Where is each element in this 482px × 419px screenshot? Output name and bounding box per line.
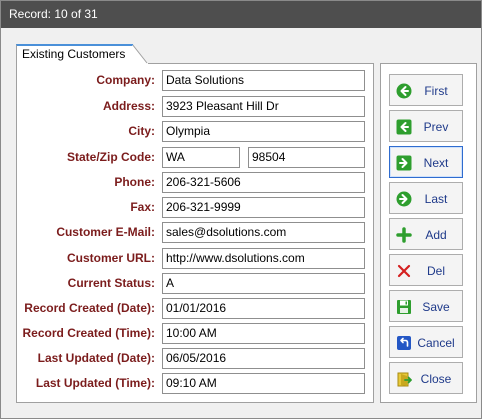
fax-label: Fax: — [130, 200, 155, 214]
city-label: City: — [128, 124, 155, 138]
email-row: Customer E-Mail: sales@dsolutions.com — [17, 222, 375, 244]
state-zip-label: State/Zip Code: — [66, 150, 155, 164]
delete-button[interactable]: Del — [389, 254, 463, 286]
created-time-row: Record Created (Time): 10:00 AM — [17, 323, 375, 345]
navigation-button-panel: First Prev Next Last Add Del Save Cancel… — [380, 63, 477, 403]
address-field[interactable]: 3923 Pleasant Hill Dr — [162, 96, 365, 117]
customer-record-window: Record: 10 of 31 Existing Customers Comp… — [0, 0, 482, 419]
plus-icon — [396, 227, 412, 243]
updated-date-row: Last Updated (Date): 06/05/2016 — [17, 348, 375, 370]
status-field[interactable]: A — [162, 273, 365, 294]
cancel-button[interactable]: Cancel — [389, 326, 463, 358]
fax-field[interactable]: 206-321-9999 — [162, 197, 365, 218]
save-button[interactable]: Save — [389, 290, 463, 322]
prev-button-label: Prev — [423, 120, 449, 134]
company-row: Company: Data Solutions — [17, 70, 375, 92]
first-button[interactable]: First — [389, 74, 463, 106]
city-field[interactable]: Olympia — [162, 121, 365, 142]
url-label: Customer URL: — [66, 251, 155, 265]
door-exit-icon — [397, 372, 412, 387]
undo-icon — [397, 336, 411, 350]
updated-time-row: Last Updated (Time): 09:10 AM — [17, 373, 375, 395]
phone-field[interactable]: 206-321-5606 — [162, 172, 365, 193]
first-button-label: First — [424, 84, 448, 98]
status-row: Current Status: A — [17, 273, 375, 295]
delete-button-label: Del — [426, 264, 445, 278]
email-field[interactable]: sales@dsolutions.com — [162, 222, 365, 243]
last-button-label: Last — [424, 192, 448, 206]
updated-date-field[interactable]: 06/05/2016 — [162, 348, 365, 369]
close-button[interactable]: Close — [389, 362, 463, 394]
tab-corner — [132, 44, 148, 64]
customer-form-panel: Company: Data Solutions Address: 3923 Pl… — [16, 63, 374, 403]
updated-time-field[interactable]: 09:10 AM — [162, 373, 365, 394]
next-button[interactable]: Next — [389, 146, 463, 178]
circle-arrow-left-icon — [396, 83, 412, 99]
created-time-label: Record Created (Time): — [22, 326, 155, 340]
status-label: Current Status: — [67, 276, 155, 290]
url-field[interactable]: http://www.dsolutions.com — [162, 248, 365, 269]
company-label: Company: — [96, 73, 155, 87]
url-row: Customer URL: http://www.dsolutions.com — [17, 248, 375, 270]
created-date-label: Record Created (Date): — [24, 301, 155, 315]
prev-button[interactable]: Prev — [389, 110, 463, 142]
phone-label: Phone: — [114, 175, 155, 189]
updated-time-label: Last Updated (Time): — [35, 376, 155, 390]
close-button-label: Close — [420, 372, 452, 386]
next-button-label: Next — [423, 156, 449, 170]
last-button[interactable]: Last — [389, 182, 463, 214]
save-button-label: Save — [422, 300, 450, 314]
square-arrow-left-icon — [396, 119, 412, 135]
window-title: Record: 10 of 31 — [1, 1, 481, 28]
add-button[interactable]: Add — [389, 218, 463, 250]
cancel-button-label: Cancel — [417, 336, 455, 350]
created-time-field[interactable]: 10:00 AM — [162, 323, 365, 344]
tab-existing-customers[interactable]: Existing Customers — [16, 44, 140, 64]
zip-field[interactable]: 98504 — [248, 147, 365, 168]
company-field[interactable]: Data Solutions — [162, 70, 365, 91]
created-date-field[interactable]: 01/01/2016 — [162, 298, 365, 319]
fax-row: Fax: 206-321-9999 — [17, 197, 375, 219]
city-row: City: Olympia — [17, 121, 375, 143]
address-label: Address: — [102, 99, 155, 113]
circle-arrow-right-icon — [396, 191, 412, 207]
address-row: Address: 3923 Pleasant Hill Dr — [17, 96, 375, 118]
state-zip-row: State/Zip Code: WA 98504 — [17, 147, 375, 169]
x-icon — [397, 264, 411, 278]
created-date-row: Record Created (Date): 01/01/2016 — [17, 298, 375, 320]
square-arrow-right-icon — [396, 155, 412, 171]
phone-row: Phone: 206-321-5606 — [17, 172, 375, 194]
state-field[interactable]: WA — [162, 147, 240, 168]
add-button-label: Add — [425, 228, 447, 242]
floppy-disk-icon — [397, 300, 411, 314]
updated-date-label: Last Updated (Date): — [37, 351, 155, 365]
email-label: Customer E-Mail: — [56, 225, 155, 239]
